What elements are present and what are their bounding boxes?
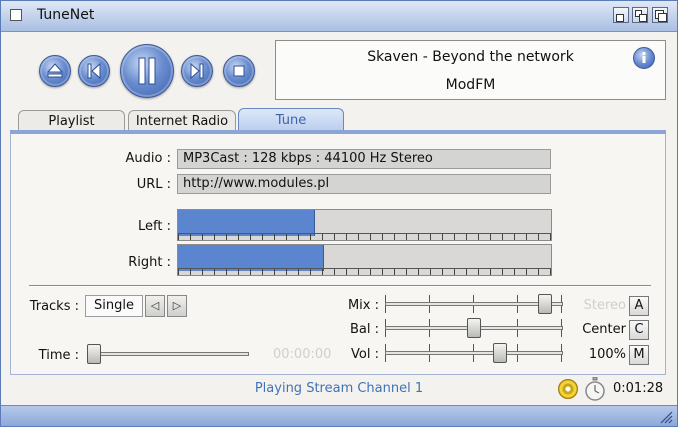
tracks-prev-button[interactable]: ◁ [145,295,165,317]
stopwatch-icon [585,377,605,401]
tracks-next-button[interactable]: ▷ [167,295,187,317]
bal-label: Bal : [349,322,379,337]
tunenet-window: TuneNet Skaven - Beyond the network ModF… [0,0,678,427]
meter-scale [178,233,551,240]
audio-label: Audio : [125,151,171,166]
title-bar[interactable]: TuneNet [1,1,677,32]
vol-mute-button[interactable]: M [629,345,649,365]
mix-auto-button[interactable]: A [629,296,649,316]
bal-center-button[interactable]: C [629,320,649,340]
mix-slider-track[interactable] [385,302,563,306]
vol-slider-thumb[interactable] [493,343,507,363]
url-label: URL : [136,177,171,192]
meter-scale [178,268,551,275]
elapsed-time: 0:01:28 [613,381,664,396]
pause-button[interactable] [120,44,174,98]
time-slider-thumb[interactable] [87,344,101,364]
now-playing-display: Skaven - Beyond the network ModFM [275,40,666,100]
window-title: TuneNet [37,7,95,23]
bal-readout: Center [582,322,626,337]
left-meter-label: Left : [138,219,171,234]
bottom-bar [1,405,677,426]
mix-readout: Stereo [583,298,626,313]
vol-readout: 100% [588,347,626,362]
mix-slider-thumb[interactable] [538,294,552,314]
track-title: Skaven - Beyond the network [367,49,574,65]
iconify-icon[interactable] [613,7,629,23]
station-name: ModFM [445,77,496,93]
depth-icon[interactable] [652,7,668,23]
right-meter-label: Right : [128,255,171,270]
previous-button[interactable] [78,55,110,87]
right-level-meter [177,244,552,276]
url-field[interactable]: http://www.modules.pl [177,174,551,194]
audio-field: MP3Cast : 128 kbps : 44100 Hz Stereo [177,149,551,169]
previous-icon [87,62,101,80]
bal-slider-thumb[interactable] [467,318,481,338]
tab-bar: Playlist Internet Radio Tune [18,108,658,132]
time-slider-track[interactable] [87,352,249,356]
left-level-meter [177,209,552,241]
zoom-icon[interactable] [632,7,648,23]
next-icon [190,62,204,80]
pause-icon [138,57,156,85]
info-icon [642,51,646,63]
mix-label: Mix : [347,298,379,313]
eject-button[interactable] [39,55,71,87]
next-button[interactable] [181,55,213,87]
divider [29,285,651,287]
tracks-label: Tracks : [29,299,79,314]
stop-icon [233,65,245,77]
tab-tune[interactable]: Tune [238,108,344,132]
resize-grip-icon[interactable] [659,410,673,424]
stop-button[interactable] [223,55,255,87]
disc-icon [558,379,578,399]
tab-playlist[interactable]: Playlist [18,110,125,132]
tracks-mode-display: Single [85,295,143,317]
tab-internet-radio[interactable]: Internet Radio [128,110,236,132]
eject-icon [46,63,64,78]
time-label: Time : [38,348,79,363]
vol-slider-track[interactable] [385,351,563,355]
transport-controls [39,43,259,99]
info-button[interactable] [633,47,655,69]
close-icon[interactable] [10,9,22,21]
vol-label: Vol : [351,347,379,362]
